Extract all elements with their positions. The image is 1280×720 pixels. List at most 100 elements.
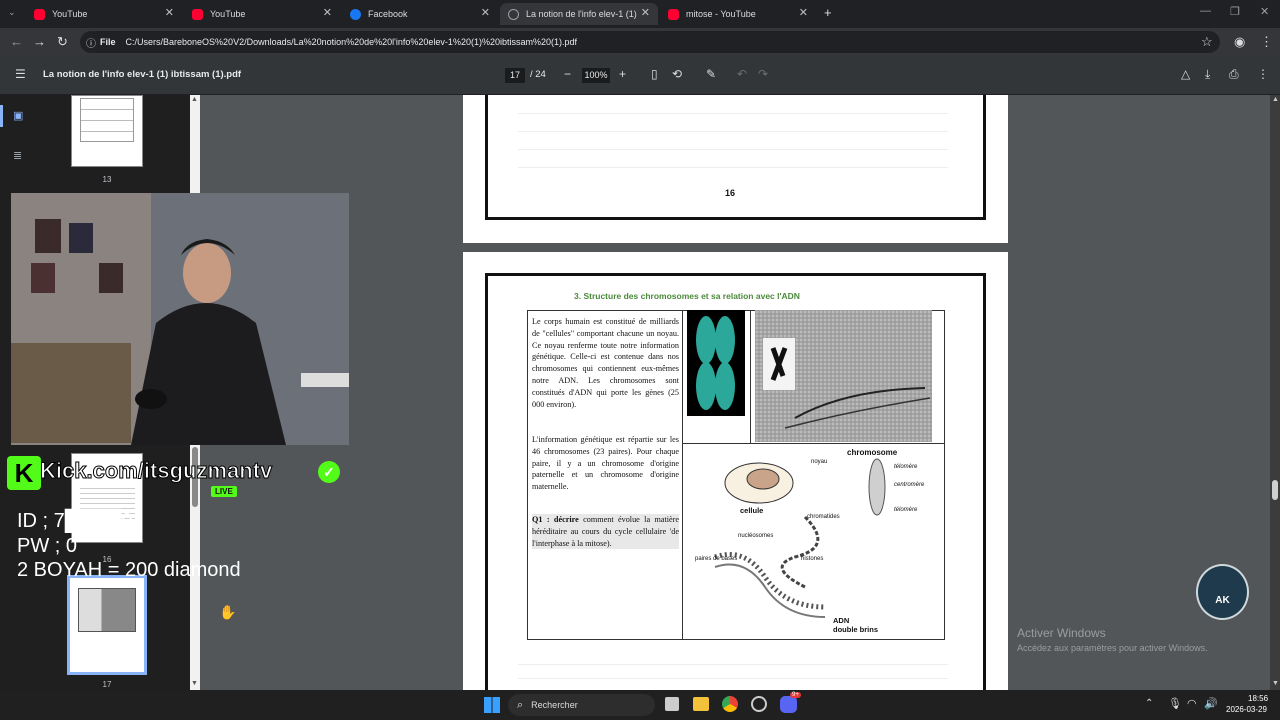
activate-windows-title: Activer Windows bbox=[1017, 626, 1106, 640]
menu-dots-icon[interactable]: ⋮ bbox=[1260, 34, 1273, 50]
chromosome-micrograph bbox=[687, 310, 745, 416]
zoom-in-icon[interactable]: + bbox=[619, 67, 626, 81]
print-icon[interactable]: ⎙ bbox=[1229, 67, 1239, 82]
pdf-toolbar: ☰ La notion de l'info elev-1 (1) ibtissa… bbox=[0, 56, 1280, 95]
diagram-label: chromosome bbox=[847, 448, 898, 457]
hamburger-menu-icon[interactable]: ☰ bbox=[15, 67, 26, 81]
search-icon: ⌕ bbox=[517, 698, 524, 711]
ak-logo: AK bbox=[1196, 564, 1249, 620]
tab-title: Facebook bbox=[368, 9, 408, 19]
webcam-scene bbox=[11, 193, 349, 445]
diagram-label: double brins bbox=[833, 625, 878, 634]
clock-date[interactable]: 2026-03-29 bbox=[1226, 705, 1267, 714]
file-explorer-icon[interactable] bbox=[693, 697, 709, 711]
close-window-icon[interactable]: ✕ bbox=[1260, 5, 1269, 18]
viewer-scroll-thumb[interactable] bbox=[1272, 480, 1278, 500]
address-bar-row: ← → ↻ ⓘ File C:/Users/BareboneOS%20V2/Do… bbox=[0, 28, 1280, 56]
activate-windows-subtitle: Accédez aux paramètres pour activer Wind… bbox=[1017, 643, 1208, 653]
new-tab-button[interactable]: + bbox=[824, 5, 832, 20]
annotate-icon[interactable]: ✎ bbox=[706, 67, 716, 81]
diagram-label: nucléosomes bbox=[738, 533, 774, 539]
sidebar-active-indicator bbox=[0, 105, 3, 127]
outline-icon[interactable]: ≣ bbox=[13, 149, 22, 162]
close-icon[interactable]: ✕ bbox=[641, 6, 650, 19]
tab-facebook[interactable]: Facebook ✕ bbox=[342, 3, 498, 25]
url-scheme-chip: File bbox=[100, 37, 116, 47]
kick-channel: Kick.com/itsguzmantv bbox=[39, 458, 273, 484]
thumbnail-number: 13 bbox=[102, 175, 112, 184]
maximize-icon[interactable]: ❐ bbox=[1230, 5, 1240, 18]
discord-icon[interactable] bbox=[780, 696, 797, 713]
ruled-line bbox=[518, 131, 948, 132]
diagram-label: centromère bbox=[894, 482, 925, 488]
thumbnail-page-13[interactable] bbox=[71, 95, 143, 167]
tab-youtube-1[interactable]: YouTube ✕ bbox=[26, 3, 182, 25]
app-icon[interactable] bbox=[751, 696, 767, 712]
fit-page-icon[interactable]: ▯ bbox=[651, 67, 658, 81]
youtube-icon bbox=[192, 8, 203, 20]
table-divider bbox=[682, 443, 945, 444]
volume-icon[interactable]: 🔊 bbox=[1204, 697, 1218, 710]
thumbnail-page-17[interactable] bbox=[67, 575, 147, 675]
scroll-up-icon[interactable]: ▲ bbox=[191, 96, 198, 103]
wifi-icon[interactable]: ◠ bbox=[1187, 697, 1197, 710]
minimize-icon[interactable]: — bbox=[1200, 5, 1211, 17]
undo-icon[interactable]: ↶ bbox=[737, 67, 747, 81]
more-icon[interactable]: ⋮ bbox=[1257, 67, 1269, 81]
redo-icon[interactable]: ↷ bbox=[758, 67, 768, 81]
viewer-scrollbar[interactable]: ▲ ▼ bbox=[1270, 95, 1280, 690]
webcam-feed bbox=[11, 193, 349, 445]
close-icon[interactable]: ✕ bbox=[481, 6, 490, 19]
tab-title: YouTube bbox=[52, 9, 88, 19]
info-icon[interactable]: ⓘ bbox=[86, 35, 96, 50]
tab-mitose[interactable]: mitose - YouTube ✕ bbox=[660, 3, 816, 25]
ruled-line bbox=[518, 167, 948, 168]
bookmark-star-icon[interactable]: ☆ bbox=[1201, 34, 1213, 50]
dna-strands bbox=[763, 338, 931, 429]
drive-icon[interactable]: △ bbox=[1181, 67, 1190, 81]
diagram-label: ADN bbox=[833, 616, 850, 625]
tab-youtube-2[interactable]: YouTube ✕ bbox=[184, 3, 340, 25]
microphone-icon[interactable]: 🎙 bbox=[1168, 697, 1182, 710]
reload-icon[interactable]: ↻ bbox=[57, 34, 68, 50]
reward-line: 2 BOYAH = 200 diamond bbox=[17, 559, 241, 581]
scroll-down-icon[interactable]: ▼ bbox=[1272, 680, 1279, 687]
facebook-icon bbox=[350, 8, 361, 20]
ruled-line bbox=[518, 149, 948, 150]
forward-arrow-icon[interactable]: → bbox=[33, 34, 46, 49]
taskbar-search[interactable]: ⌕ Rechercher bbox=[508, 694, 655, 716]
scroll-down-icon[interactable]: ▼ bbox=[191, 680, 198, 687]
ruled-line bbox=[518, 664, 948, 665]
back-arrow-icon[interactable]: ← bbox=[10, 34, 23, 49]
close-icon[interactable]: ✕ bbox=[165, 6, 174, 19]
diagram-label: histones bbox=[801, 556, 824, 562]
tab-search-chevron-icon[interactable]: ⌄ bbox=[8, 7, 16, 18]
ruled-line bbox=[518, 678, 948, 679]
intro-paragraph: Le corps humain est constitué de milliar… bbox=[532, 317, 679, 409]
zoom-input[interactable]: 100% bbox=[582, 68, 610, 83]
page-number-input[interactable]: 17 bbox=[505, 68, 525, 83]
genetic-paragraph: L'information génétique est répartie sur… bbox=[532, 435, 679, 492]
notification-badge: 9+ bbox=[790, 692, 801, 698]
tab-pdf[interactable]: La notion de l'info elev-1 (1) ib ✕ bbox=[500, 3, 658, 25]
download-icon[interactable]: ⤓ bbox=[1205, 67, 1210, 82]
electron-micrograph bbox=[755, 310, 932, 442]
url-field[interactable]: ⓘ File C:/Users/BareboneOS%20V2/Download… bbox=[80, 31, 1220, 53]
scroll-up-icon[interactable]: ▲ bbox=[1272, 96, 1279, 103]
tray-chevron-icon[interactable]: ⌃ bbox=[1145, 698, 1153, 709]
task-view-icon[interactable] bbox=[665, 697, 679, 711]
rotate-icon[interactable]: ⟲ bbox=[672, 67, 682, 81]
diagram-label: cellule bbox=[740, 506, 764, 515]
thumbnails-icon[interactable]: ▣ bbox=[13, 109, 23, 122]
diagram-label: télomère bbox=[894, 507, 918, 513]
chrome-icon[interactable] bbox=[722, 696, 738, 712]
search-placeholder: Rechercher bbox=[531, 700, 578, 710]
close-icon[interactable]: ✕ bbox=[323, 6, 332, 19]
close-icon[interactable]: ✕ bbox=[799, 6, 808, 19]
ruled-line bbox=[518, 113, 948, 114]
zoom-out-icon[interactable]: − bbox=[564, 67, 571, 81]
clock-time[interactable]: 18:56 bbox=[1248, 694, 1268, 703]
tab-title: mitose - YouTube bbox=[686, 9, 756, 19]
windows-start-icon[interactable] bbox=[484, 697, 500, 713]
profile-icon[interactable]: ◉ bbox=[1234, 34, 1245, 50]
